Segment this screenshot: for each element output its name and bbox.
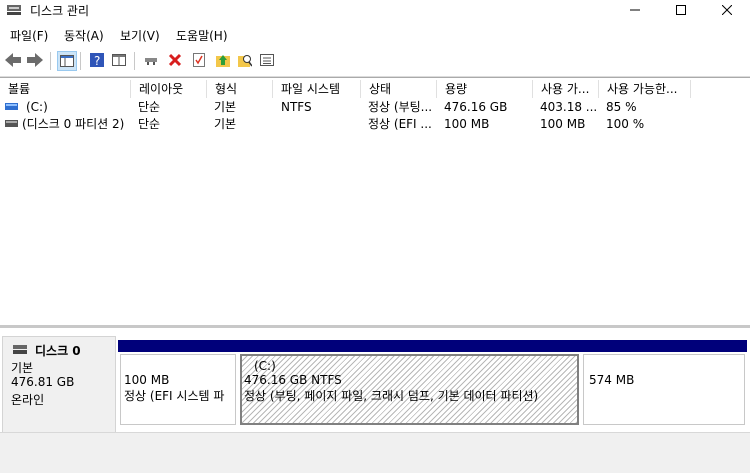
disk-graphical-view: 디스크 0 기본 476.81 GB 온라인 100 MB 정상 (EFI 시스… [0,328,750,473]
help-icon: ? [90,53,104,67]
delete-x-icon [168,53,182,67]
partition-body [583,354,745,425]
properties-view-button[interactable] [110,51,128,69]
disk-icon [13,345,27,354]
delete-button[interactable] [166,51,184,69]
disk-info-panel[interactable]: 디스크 0 기본 476.81 GB 온라인 [2,336,116,433]
column-header-free-percent[interactable]: 사용 가능한... [599,80,691,98]
column-header-filesystem[interactable]: 파일 시스템 [273,80,361,98]
minimize-icon [630,9,640,11]
volume-name: (C:) [26,100,48,114]
list-view-button[interactable] [258,51,276,69]
table-row[interactable]: (디스크 0 파티션 2) 단순 기본 정상 (EFI ... 100 MB 1… [0,116,750,133]
maximize-button[interactable] [658,0,704,20]
list-view-icon [260,54,274,66]
close-icon [722,5,732,15]
up-button[interactable] [214,51,232,69]
column-header-layout[interactable]: 레이아웃 [131,80,207,98]
volume-status: 정상 (EFI ... [368,117,432,131]
show-hide-console-tree-button[interactable] [57,51,77,71]
drive-connect-icon [145,58,157,65]
forward-arrow-icon [27,53,43,67]
help-button[interactable]: ? [88,51,106,69]
menu-view[interactable]: 보기(V) [120,27,160,44]
back-arrow-icon [5,53,21,67]
window-title: 디스크 관리 [30,4,90,18]
partition-size: 476.16 GB NTFS [244,373,342,387]
connect-drive-button[interactable] [142,51,160,69]
partition-size: 574 MB [589,373,635,387]
search-button[interactable] [236,51,254,69]
toolbar-separator [50,52,51,70]
volume-drive-icon [5,103,18,110]
checklist-icon [193,53,205,67]
disk-status: 온라인 [11,393,45,407]
menu-bar: 파일(F) 동작(A) 보기(V) 도움말(H) [0,20,750,46]
disk-name: 디스크 0 [35,344,81,358]
column-header-status[interactable]: 상태 [361,80,437,98]
partition-c[interactable]: (C:) 476.16 GB NTFS 정상 (부팅, 페이지 파일, 크래시 … [238,340,581,427]
volume-layout: 단순 [138,117,161,131]
volume-type: 기본 [214,100,237,114]
partition-status: 정상 (EFI 시스템 파 [124,389,225,403]
volume-list[interactable]: 볼륨 레이아웃 형식 파일 시스템 상태 용량 사용 가... 사용 가능한..… [0,77,750,326]
volume-status: 정상 (부팅... [368,100,433,114]
volume-free-space: 100 MB [540,117,586,131]
partition-recovery[interactable]: 574 MB [581,340,747,427]
volume-capacity: 476.16 GB [444,100,508,114]
menu-file[interactable]: 파일(F) [10,27,48,44]
back-button[interactable] [4,51,22,69]
title-bar: 디스크 관리 [0,0,750,20]
volume-filesystem: NTFS [281,100,312,114]
volume-free-percent: 100 % [606,117,645,131]
close-button[interactable] [704,0,750,20]
volume-free-space: 403.18 ... [540,100,598,114]
console-tree-icon [60,55,74,67]
graphical-view-empty-area [0,432,750,473]
toolbar: ? [0,46,750,77]
table-row[interactable]: (C:) 단순 기본 NTFS 정상 (부팅... 476.16 GB 403.… [0,99,750,116]
column-header-capacity[interactable]: 용량 [437,80,533,98]
partition-efi[interactable]: 100 MB 정상 (EFI 시스템 파 [118,340,238,427]
view-pane-icon [112,54,126,66]
volume-layout: 단순 [138,100,161,114]
volume-type: 기본 [214,117,237,131]
column-header-free-space[interactable]: 사용 가... [533,80,599,98]
disk-management-app-icon [7,5,21,15]
toolbar-separator [134,52,135,70]
column-header-type[interactable]: 형식 [207,80,273,98]
volume-capacity: 100 MB [444,117,490,131]
column-header-volume[interactable]: 볼륨 [0,80,131,98]
partition-status: 정상 (부팅, 페이지 파일, 크래시 덤프, 기본 데이터 파티션) [244,389,539,403]
toolbar-separator [80,52,81,70]
volume-free-percent: 85 % [606,100,637,114]
volume-name: (디스크 0 파티션 2) [22,117,125,131]
disk-size: 476.81 GB [11,375,75,389]
partition-size: 100 MB [124,373,170,387]
volume-drive-icon [5,120,18,127]
check-button[interactable] [190,51,208,69]
menu-help[interactable]: 도움말(H) [176,27,228,44]
maximize-icon [676,5,686,15]
disk-type: 기본 [11,361,34,375]
folder-up-icon [216,55,230,67]
menu-action[interactable]: 동작(A) [64,27,104,44]
minimize-button[interactable] [612,0,658,20]
search-folder-icon [238,55,252,67]
svg-text:?: ? [94,54,100,67]
forward-button[interactable] [26,51,44,69]
